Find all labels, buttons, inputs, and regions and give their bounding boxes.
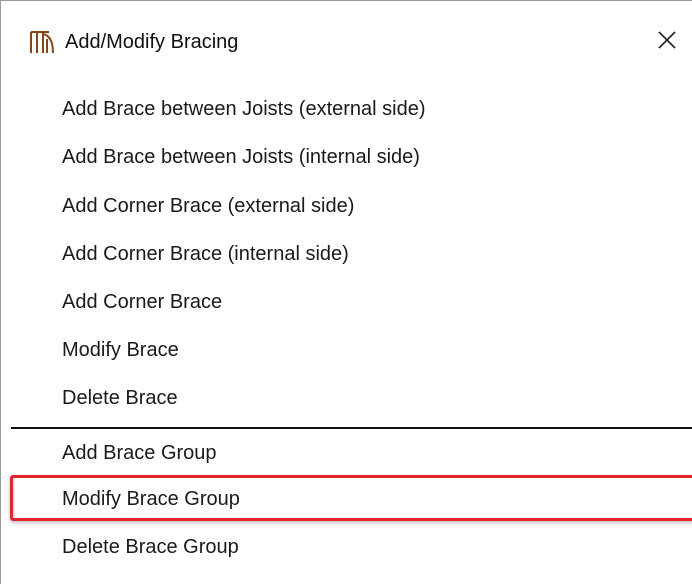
- menu-item-label: Add Corner Brace (external side): [62, 195, 355, 217]
- menu-divider: [11, 427, 692, 429]
- close-button[interactable]: [649, 25, 685, 59]
- menu-item-add-corner-brace[interactable]: Add Corner Brace: [1, 280, 692, 324]
- menu-item-modify-brace-group[interactable]: Modify Brace Group: [1, 477, 692, 521]
- menu-item-add-brace-between-joists-external[interactable]: Add Brace between Joists (external side): [1, 87, 692, 131]
- menu-item-label: Modify Brace Group: [62, 488, 240, 510]
- menu-item-add-brace-group[interactable]: Add Brace Group: [1, 431, 692, 475]
- bracing-icon: [29, 30, 55, 54]
- menu-item-add-brace-between-joists-internal[interactable]: Add Brace between Joists (internal side): [1, 135, 692, 179]
- dialog-title: Add/Modify Bracing: [65, 31, 239, 53]
- menu-item-label: Delete Brace Group: [62, 536, 239, 558]
- menu-item-delete-brace[interactable]: Delete Brace: [1, 376, 692, 420]
- menu-item-label: Add Corner Brace: [62, 291, 223, 313]
- dialog-title-bar: Add/Modify Bracing: [1, 1, 692, 81]
- menu-item-delete-brace-group[interactable]: Delete Brace Group: [1, 525, 692, 569]
- menu-item-label: Add Brace between Joists (internal side): [62, 146, 420, 168]
- bracing-dialog: Add/Modify Bracing Add Brace between Joi…: [0, 0, 692, 584]
- menu-item-label: Add Brace Group: [62, 442, 217, 464]
- menu-item-label: Add Brace between Joists (external side): [62, 98, 426, 120]
- menu-item-label: Modify Brace: [62, 339, 179, 361]
- menu-item-add-corner-brace-internal[interactable]: Add Corner Brace (internal side): [1, 232, 692, 276]
- menu-item-add-corner-brace-external[interactable]: Add Corner Brace (external side): [1, 184, 692, 228]
- menu-item-label: Delete Brace: [62, 387, 178, 409]
- menu-item-label: Add Corner Brace (internal side): [62, 243, 349, 265]
- menu-item-modify-brace[interactable]: Modify Brace: [1, 328, 692, 372]
- close-icon: [657, 30, 677, 55]
